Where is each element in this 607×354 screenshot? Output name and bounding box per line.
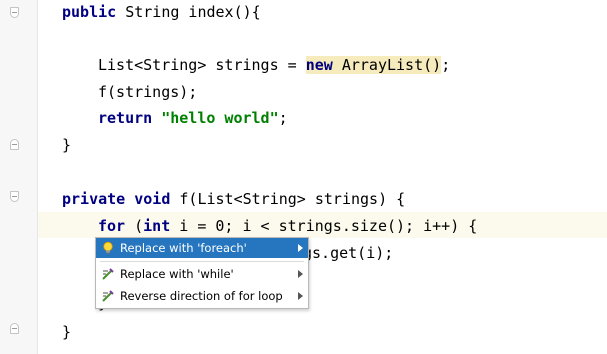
intention-reverse-for-loop[interactable]: Reverse direction of for loop	[96, 286, 308, 306]
code-line-5[interactable]: }	[62, 132, 71, 158]
gutter-separator	[37, 0, 38, 354]
keyword-int: int	[143, 217, 171, 235]
code-line-10[interactable]: }	[62, 319, 71, 345]
closing-brace: }	[62, 323, 72, 341]
intention-actions-popup: Replace with 'foreach' Replace with 'whi…	[95, 237, 309, 309]
fold-marker-index-end[interactable]	[10, 139, 19, 150]
code-line-4[interactable]: return "hello world";	[98, 105, 288, 131]
intention-label: Replace with 'foreach'	[120, 241, 247, 255]
submenu-arrow-icon	[298, 244, 303, 252]
submenu-arrow-icon	[298, 292, 303, 300]
method-signature-index: String index(){	[116, 3, 261, 21]
keyword-void: void	[134, 190, 171, 208]
strings-declaration: List<String> strings =	[98, 56, 306, 74]
method-signature-f: f(List<String> strings) {	[170, 190, 406, 208]
arraylist-constructor: ArrayList()	[332, 56, 442, 74]
semicolon: ;	[278, 109, 288, 127]
closing-brace: }	[62, 136, 72, 154]
code-line-1[interactable]: public String index(){	[62, 0, 261, 25]
code-line-7[interactable]: for (int i = 0; i < strings.size(); i++)…	[98, 213, 477, 239]
editor-gutter	[0, 0, 37, 354]
fold-marker-f-start[interactable]	[10, 191, 19, 202]
keyword-public: public	[62, 3, 117, 21]
intention-replace-with-while[interactable]: Replace with 'while'	[96, 264, 308, 284]
keyword-private: private	[62, 190, 126, 208]
intention-label: Replace with 'while'	[120, 267, 234, 281]
for-open-paren: (	[125, 217, 144, 235]
lightbulb-icon	[103, 241, 113, 254]
semicolon: ;	[441, 56, 451, 74]
quickfix-wand-icon	[102, 268, 114, 280]
quickfix-wand-icon	[102, 290, 114, 302]
keyword-return: return	[98, 109, 153, 127]
call-f-strings: f(strings);	[98, 83, 198, 101]
keyword-for: for	[98, 217, 126, 235]
code-line-6[interactable]: private void f(List<String> strings) {	[62, 186, 405, 212]
popup-divider	[100, 261, 304, 262]
code-line-3[interactable]: f(strings);	[98, 79, 197, 105]
submenu-arrow-icon	[298, 270, 303, 278]
code-line-2[interactable]: List<String> strings = new ArrayList();	[98, 52, 450, 78]
fold-marker-index-start[interactable]	[10, 7, 19, 18]
for-loop-header: i = 0; i < strings.size(); i++) {	[170, 217, 478, 235]
string-literal-hello-world: "hello world"	[161, 109, 279, 127]
intention-label: Reverse direction of for loop	[120, 289, 283, 303]
fold-marker-f-end[interactable]	[10, 323, 19, 334]
code-line-8-visible-part[interactable]: gs.get(i);	[303, 240, 393, 266]
keyword-new: new	[305, 56, 333, 74]
strings-get-call: gs.get(i);	[303, 244, 394, 262]
intention-replace-with-foreach[interactable]: Replace with 'foreach'	[96, 238, 308, 258]
